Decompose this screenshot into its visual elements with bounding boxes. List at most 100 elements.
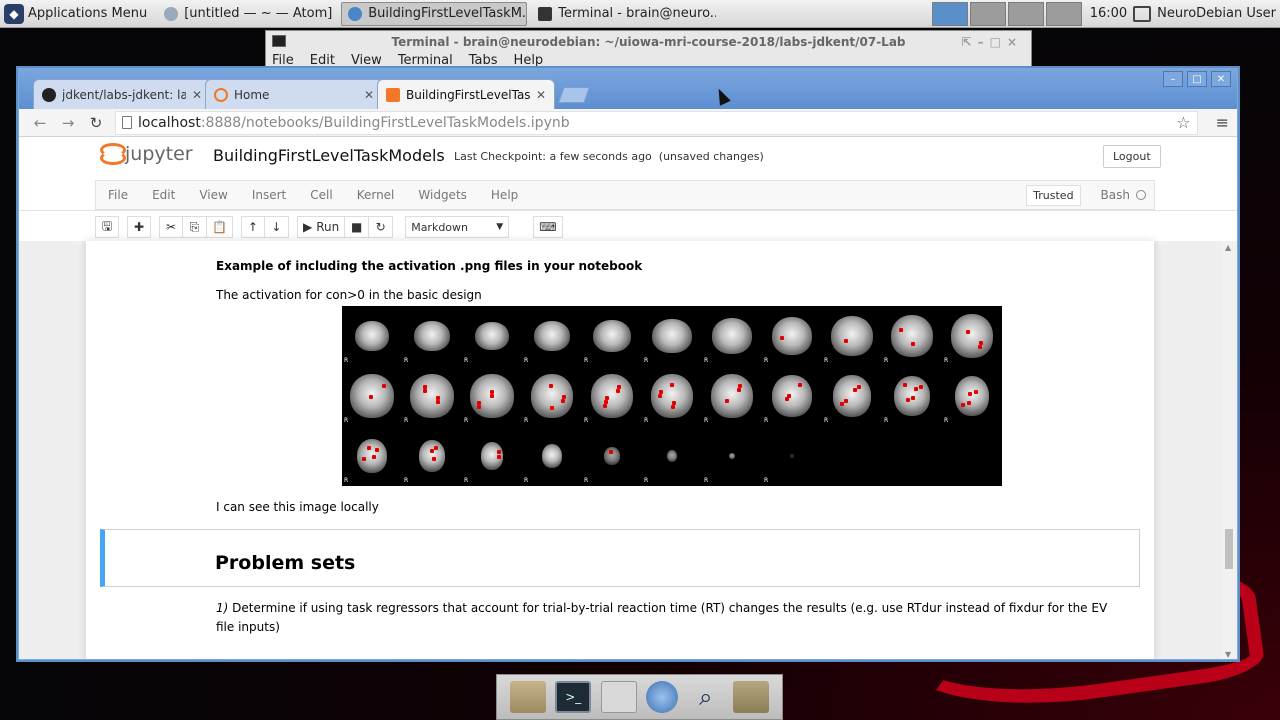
restart-icon[interactable]: ↻ (369, 216, 394, 238)
menu-kernel[interactable]: Kernel (345, 188, 407, 202)
brain-slice: R (342, 306, 402, 366)
window-controls[interactable]: ⇱–□× (962, 31, 1023, 53)
new-tab-button[interactable] (558, 87, 590, 103)
scroll-up-icon[interactable]: ▲ (1225, 243, 1231, 252)
minimize-icon[interactable]: – (1163, 71, 1183, 87)
paste-icon[interactable]: 📋 (207, 216, 233, 238)
brain-slice-shape (475, 322, 509, 350)
kernel-idle-icon (1136, 190, 1146, 200)
brain-slice: R (402, 426, 462, 486)
workspace-4[interactable] (1045, 1, 1082, 26)
brain-slice: R (762, 426, 822, 486)
activation-cluster (659, 390, 663, 395)
brain-slice: R (882, 306, 942, 366)
home-folder-icon[interactable] (509, 681, 546, 713)
web-browser-icon[interactable] (646, 681, 679, 713)
brain-slice-shape (772, 375, 812, 417)
tab-home[interactable]: Home ✕ (205, 79, 383, 109)
brain-slice-shape (955, 376, 989, 416)
menu-help[interactable]: Help (479, 188, 530, 202)
terminal-titlebar[interactable]: Terminal - brain@neurodebian: ~/uiowa-mr… (266, 31, 1031, 53)
cut-icon[interactable]: ✂ (159, 216, 183, 238)
copy-icon[interactable]: ⎘ (183, 216, 207, 238)
terminal-menu-tabs[interactable]: Tabs (469, 53, 498, 68)
activation-cluster (549, 384, 553, 389)
task-terminal[interactable]: Terminal - brain@neuro... (531, 2, 717, 26)
command-palette-icon[interactable]: ⌨ (533, 216, 563, 238)
user-menu[interactable]: NeuroDebian User (1133, 5, 1280, 22)
brain-slice-shape (414, 321, 450, 351)
terminal-menu-help[interactable]: Help (514, 53, 544, 68)
menu-widgets[interactable]: Widgets (406, 188, 479, 202)
trusted-badge[interactable]: Trusted (1026, 184, 1081, 206)
maximize-icon[interactable]: □ (1187, 71, 1207, 87)
top-panel: ◆ Applications Menu [untitled — ~ — Atom… (0, 0, 1280, 28)
applications-menu-button[interactable]: ◆ Applications Menu (0, 0, 155, 27)
terminal-menu-terminal[interactable]: Terminal (398, 53, 453, 68)
back-arrow-icon[interactable]: ← (31, 114, 49, 132)
user-icon (1133, 5, 1152, 22)
reload-icon[interactable]: ↻ (87, 114, 105, 132)
scroll-thumb[interactable] (1225, 529, 1233, 569)
terminal-launcher-icon[interactable]: >_ (555, 681, 592, 713)
address-bar[interactable]: localhost:8888/notebooks/BuildingFirstLe… (115, 110, 1198, 135)
folder-icon[interactable] (733, 681, 770, 713)
workspace-3[interactable] (1007, 1, 1044, 26)
close-icon[interactable]: ✕ (536, 88, 546, 102)
terminal-menu-file[interactable]: File (272, 53, 294, 68)
menu-insert[interactable]: Insert (240, 188, 298, 202)
applications-menu-label: Applications Menu (28, 6, 148, 21)
menu-view[interactable]: View (187, 188, 239, 202)
logout-button[interactable]: Logout (1103, 145, 1161, 168)
task-atom[interactable]: [untitled — ~ — Atom] (157, 2, 337, 26)
jupyter-logo[interactable]: jupyter (99, 143, 193, 165)
workspace-switcher[interactable] (931, 1, 1082, 26)
close-icon[interactable]: ✕ (364, 88, 374, 102)
notebook-title[interactable]: BuildingFirstLevelTaskModels (213, 146, 445, 165)
orientation-marker: R (884, 417, 889, 424)
checkpoint-status: Last Checkpoint: a few seconds ago (unsa… (454, 150, 764, 163)
menu-cell[interactable]: Cell (298, 188, 344, 202)
clock[interactable]: 16:00 (1090, 6, 1127, 21)
save-icon[interactable]: 🖫 (95, 216, 119, 238)
bookmark-star-icon[interactable]: ☆ (1176, 113, 1190, 132)
orientation-marker: R (464, 477, 469, 484)
workspace-2[interactable] (969, 1, 1006, 26)
close-icon[interactable]: ✕ (192, 88, 202, 102)
search-icon[interactable]: ⌕ (688, 681, 724, 713)
kernel-indicator: Bash (1081, 188, 1154, 202)
menu-edit[interactable]: Edit (140, 188, 187, 202)
terminal-menu-edit[interactable]: Edit (310, 53, 335, 68)
cell-type-select[interactable]: Markdown ▼ (405, 216, 510, 238)
browser-icon (348, 6, 363, 21)
brain-slice-shape (542, 444, 562, 468)
orientation-marker: R (824, 357, 829, 364)
brain-slice: R (762, 306, 822, 366)
workspace-1[interactable] (931, 1, 968, 26)
activation-cluster (797, 383, 802, 387)
move-up-icon[interactable]: ↑ (240, 216, 265, 238)
terminal-menubar: File Edit View Terminal Tabs Help (266, 53, 1031, 68)
file-manager-icon[interactable] (600, 681, 637, 713)
forward-arrow-icon[interactable]: → (59, 114, 77, 132)
page-scrollbar[interactable]: ▲ ▼ (1221, 241, 1237, 659)
orientation-marker: R (764, 417, 769, 424)
insert-cell-icon[interactable]: ✚ (127, 216, 151, 238)
orientation-marker: R (764, 357, 769, 364)
run-button[interactable]: ▶ Run (296, 216, 346, 238)
terminal-menu-view[interactable]: View (351, 53, 382, 68)
move-down-icon[interactable]: ↓ (264, 216, 289, 238)
tab-github[interactable]: jdkent/labs-jdkent: lab ✕ (33, 79, 211, 109)
close-window-icon[interactable]: ✕ (1211, 71, 1231, 87)
task-browser[interactable]: BuildingFirstLevelTaskM... (341, 1, 528, 26)
selected-markdown-cell[interactable]: Problem sets (100, 529, 1140, 587)
activation-cluster (737, 388, 741, 393)
brain-slice (822, 426, 882, 486)
stop-icon[interactable]: ■ (345, 216, 370, 238)
scroll-down-icon[interactable]: ▼ (1225, 650, 1231, 659)
brain-slice-shape (833, 375, 871, 417)
tab-notebook[interactable]: BuildingFirstLevelTask ✕ (377, 79, 555, 109)
menu-file[interactable]: File (96, 188, 140, 202)
browser-window[interactable]: jdkent/labs-jdkent: lab ✕ Home ✕ Buildin… (18, 68, 1238, 660)
browser-menu-icon[interactable]: ≡ (1216, 113, 1229, 132)
